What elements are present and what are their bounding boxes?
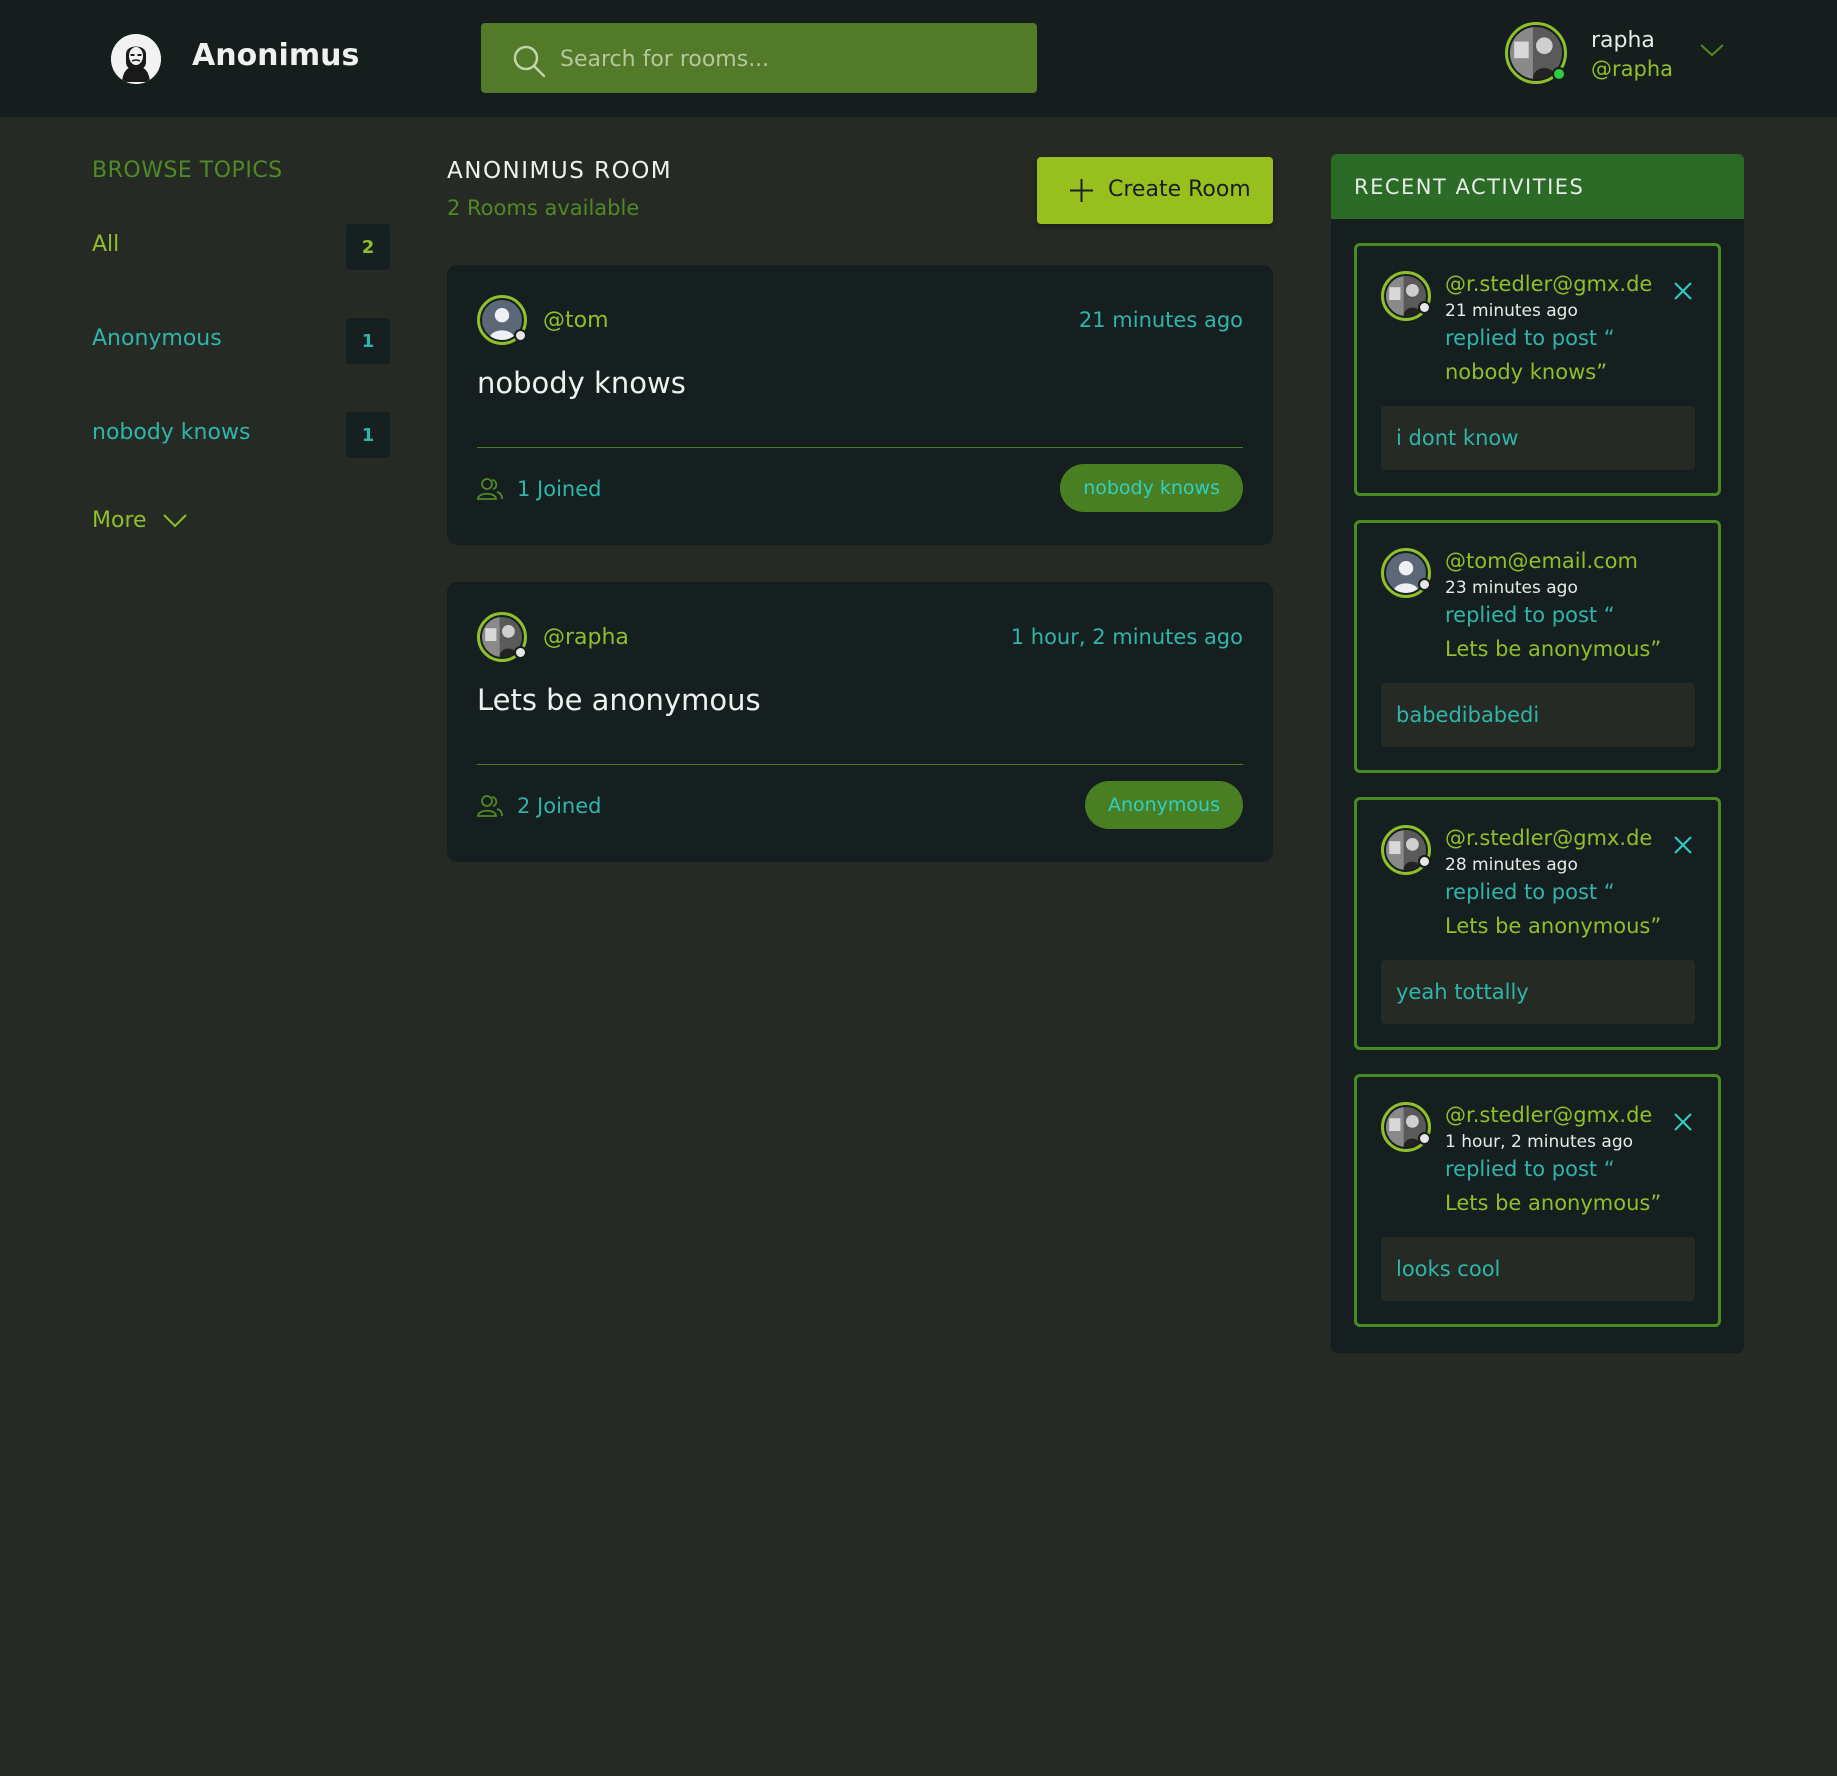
activity-message: i dont know <box>1381 406 1695 470</box>
host-avatar[interactable] <box>477 295 527 345</box>
search-bar[interactable] <box>481 23 1037 95</box>
activity-message: yeah tottally <box>1381 960 1695 1024</box>
joined-count: 2 Joined <box>517 794 602 818</box>
users-icon <box>477 795 503 817</box>
activity-user[interactable]: @r.stedler@gmx.de <box>1445 826 1652 850</box>
topic-count-badge: 1 <box>346 318 390 364</box>
activity-post-link[interactable]: Lets be anonymous” <box>1445 914 1661 938</box>
activity-avatar[interactable] <box>1381 825 1431 875</box>
topic-item-nobody-knows[interactable]: nobody knows 1 <box>92 410 390 458</box>
create-room-button[interactable]: Create Room <box>1037 157 1273 224</box>
activity-card: @r.stedler@gmx.de 1 hour, 2 minutes ago … <box>1354 1074 1721 1327</box>
close-icon[interactable] <box>1673 835 1693 855</box>
activity-avatar[interactable] <box>1381 1102 1431 1152</box>
activity-post-link[interactable]: Lets be anonymous” <box>1445 637 1661 661</box>
activity-card: @tom@email.com 23 minutes ago replied to… <box>1354 520 1721 773</box>
room-topic-tag[interactable]: Anonymous <box>1084 781 1243 829</box>
topic-item-all[interactable]: All 2 <box>92 222 390 270</box>
topic-label: nobody knows <box>92 420 251 445</box>
topic-label: Anonymous <box>92 326 222 351</box>
page-title: ANONIMUS ROOM <box>447 158 673 184</box>
activity-time: 23 minutes ago <box>1445 578 1578 598</box>
user-name[interactable]: rapha <box>1591 28 1655 53</box>
rooms-count: 2 Rooms available <box>447 196 640 220</box>
activity-time: 28 minutes ago <box>1445 855 1578 875</box>
search-input[interactable] <box>558 23 1022 95</box>
status-dot <box>1418 578 1431 591</box>
recent-activities-panel: RECENT ACTIVITIES @r.stedler@gmx.de 21 m… <box>1331 154 1744 1353</box>
app-brand[interactable]: Anonimus <box>192 38 359 73</box>
anonymous-mask-icon[interactable] <box>111 34 161 84</box>
message-text: yeah tottally <box>1396 980 1529 1004</box>
top-header: Anonimus rapha @rapha <box>0 0 1837 117</box>
activity-user[interactable]: @tom@email.com <box>1445 549 1638 573</box>
room-name[interactable]: nobody knows <box>477 366 686 400</box>
activity-post-link[interactable]: Lets be anonymous” <box>1445 1191 1661 1215</box>
message-text: i dont know <box>1396 426 1519 450</box>
status-dot <box>514 329 527 342</box>
online-status-dot <box>1552 67 1566 81</box>
room-time: 1 hour, 2 minutes ago <box>1010 625 1243 649</box>
room-topic-tag[interactable]: nobody knows <box>1060 464 1243 512</box>
divider <box>477 447 1243 448</box>
plus-icon <box>1070 179 1093 202</box>
users-icon <box>477 478 503 500</box>
status-dot <box>1418 1132 1431 1145</box>
search-icon <box>513 45 546 78</box>
room-host[interactable]: @tom <box>543 308 609 333</box>
host-avatar[interactable] <box>477 612 527 662</box>
activity-post-link[interactable]: nobody knows” <box>1445 360 1607 384</box>
activity-card: @r.stedler@gmx.de 21 minutes ago replied… <box>1354 243 1721 496</box>
status-dot <box>1418 855 1431 868</box>
user-avatar[interactable] <box>1505 22 1567 84</box>
chevron-down-icon <box>163 514 187 528</box>
activity-card: @r.stedler@gmx.de 28 minutes ago replied… <box>1354 797 1721 1050</box>
activity-action: replied to post “ <box>1445 603 1615 627</box>
message-text: looks cool <box>1396 1257 1501 1281</box>
chevron-down-icon[interactable] <box>1699 40 1725 60</box>
topic-item-anonymous[interactable]: Anonymous 1 <box>92 316 390 364</box>
room-time: 21 minutes ago <box>1078 308 1243 332</box>
create-room-label: Create Room <box>1108 177 1251 202</box>
close-icon[interactable] <box>1673 281 1693 301</box>
status-dot <box>1418 301 1431 314</box>
activity-user[interactable]: @r.stedler@gmx.de <box>1445 272 1652 296</box>
topic-count-badge: 2 <box>346 224 390 270</box>
activities-title: RECENT ACTIVITIES <box>1354 175 1585 199</box>
activity-user[interactable]: @r.stedler@gmx.de <box>1445 1103 1652 1127</box>
activity-time: 21 minutes ago <box>1445 301 1578 321</box>
activity-message: babedibabedi <box>1381 683 1695 747</box>
room-card[interactable]: @rapha 1 hour, 2 minutes ago Lets be ano… <box>447 582 1273 862</box>
room-name[interactable]: Lets be anonymous <box>477 683 761 717</box>
close-icon[interactable] <box>1673 1112 1693 1132</box>
activity-avatar[interactable] <box>1381 548 1431 598</box>
activity-message: looks cool <box>1381 1237 1695 1301</box>
status-dot <box>514 646 527 659</box>
room-host[interactable]: @rapha <box>543 625 629 650</box>
activities-header: RECENT ACTIVITIES <box>1331 154 1744 219</box>
joined-count: 1 Joined <box>517 477 602 501</box>
user-handle: @rapha <box>1591 57 1674 81</box>
divider <box>477 764 1243 765</box>
activity-avatar[interactable] <box>1381 271 1431 321</box>
more-topics-button[interactable]: More <box>92 508 187 533</box>
browse-topics-heading: BROWSE TOPICS <box>92 158 283 183</box>
room-card[interactable]: @tom 21 minutes ago nobody knows 1 Joine… <box>447 265 1273 545</box>
activity-time: 1 hour, 2 minutes ago <box>1445 1132 1634 1152</box>
activity-action: replied to post “ <box>1445 1157 1615 1181</box>
topic-label: All <box>92 232 120 257</box>
activity-action: replied to post “ <box>1445 880 1615 904</box>
topic-count-badge: 1 <box>346 412 390 458</box>
activity-action: replied to post “ <box>1445 326 1615 350</box>
app-root: Anonimus rapha @rapha <box>0 0 1837 1776</box>
more-label: More <box>92 508 147 533</box>
message-text: babedibabedi <box>1396 703 1540 727</box>
